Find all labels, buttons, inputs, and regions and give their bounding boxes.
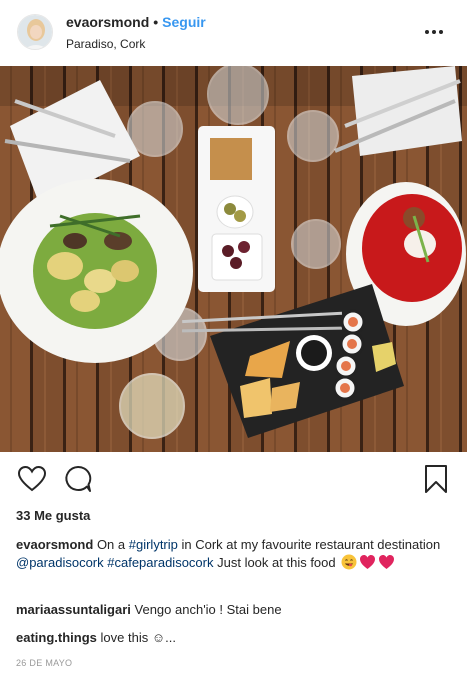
comment-bubble-icon[interactable] bbox=[63, 464, 93, 494]
bookmark-icon[interactable] bbox=[421, 464, 451, 494]
heart-emoji bbox=[378, 554, 395, 575]
comment-text: love this ☺... bbox=[100, 630, 176, 645]
caption-text: in Cork at my favourite restaurant desti… bbox=[181, 537, 441, 552]
caption-text: Just look at this food bbox=[217, 555, 336, 570]
comment-username[interactable]: eating.things bbox=[16, 630, 97, 645]
hashtag-link[interactable]: #girlytrip bbox=[129, 537, 178, 552]
yum-face-emoji bbox=[341, 554, 357, 575]
caption-username[interactable]: evaorsmond bbox=[16, 537, 93, 552]
likes-count[interactable]: 33 Me gusta bbox=[16, 508, 90, 524]
post-caption: evaorsmond On a #girlytrip in Cork at my… bbox=[16, 536, 456, 575]
location-link[interactable]: Paradiso, Cork bbox=[66, 36, 145, 52]
avatar[interactable] bbox=[17, 14, 53, 50]
comment-item: eating.things love this ☺... bbox=[16, 629, 176, 646]
comment-username[interactable]: mariaassuntaligari bbox=[16, 602, 131, 617]
caption-text: On a bbox=[96, 537, 126, 552]
username-link[interactable]: evaorsmond bbox=[66, 14, 149, 30]
heart-emoji bbox=[359, 554, 376, 575]
mention-link[interactable]: @paradisocork bbox=[16, 555, 104, 570]
post-header: evaorsmond • Seguir Paradiso, Cork bbox=[0, 0, 467, 66]
post-date[interactable]: 26 DE MAYO bbox=[16, 657, 72, 669]
ellipsis-icon[interactable] bbox=[422, 22, 446, 42]
hashtag-link[interactable]: #cafeparadisocork bbox=[107, 555, 213, 570]
comment-text: Vengo anch'io ! Stai bene bbox=[134, 602, 282, 617]
heart-outline-icon[interactable] bbox=[17, 464, 47, 494]
post-photo[interactable] bbox=[0, 66, 467, 452]
separator-dot: • bbox=[153, 14, 159, 30]
follow-button[interactable]: Seguir bbox=[162, 14, 206, 30]
comment-item: mariaassuntaligari Vengo anch'io ! Stai … bbox=[16, 601, 282, 618]
post-username-row: evaorsmond • Seguir bbox=[66, 13, 206, 31]
action-bar bbox=[0, 462, 467, 502]
